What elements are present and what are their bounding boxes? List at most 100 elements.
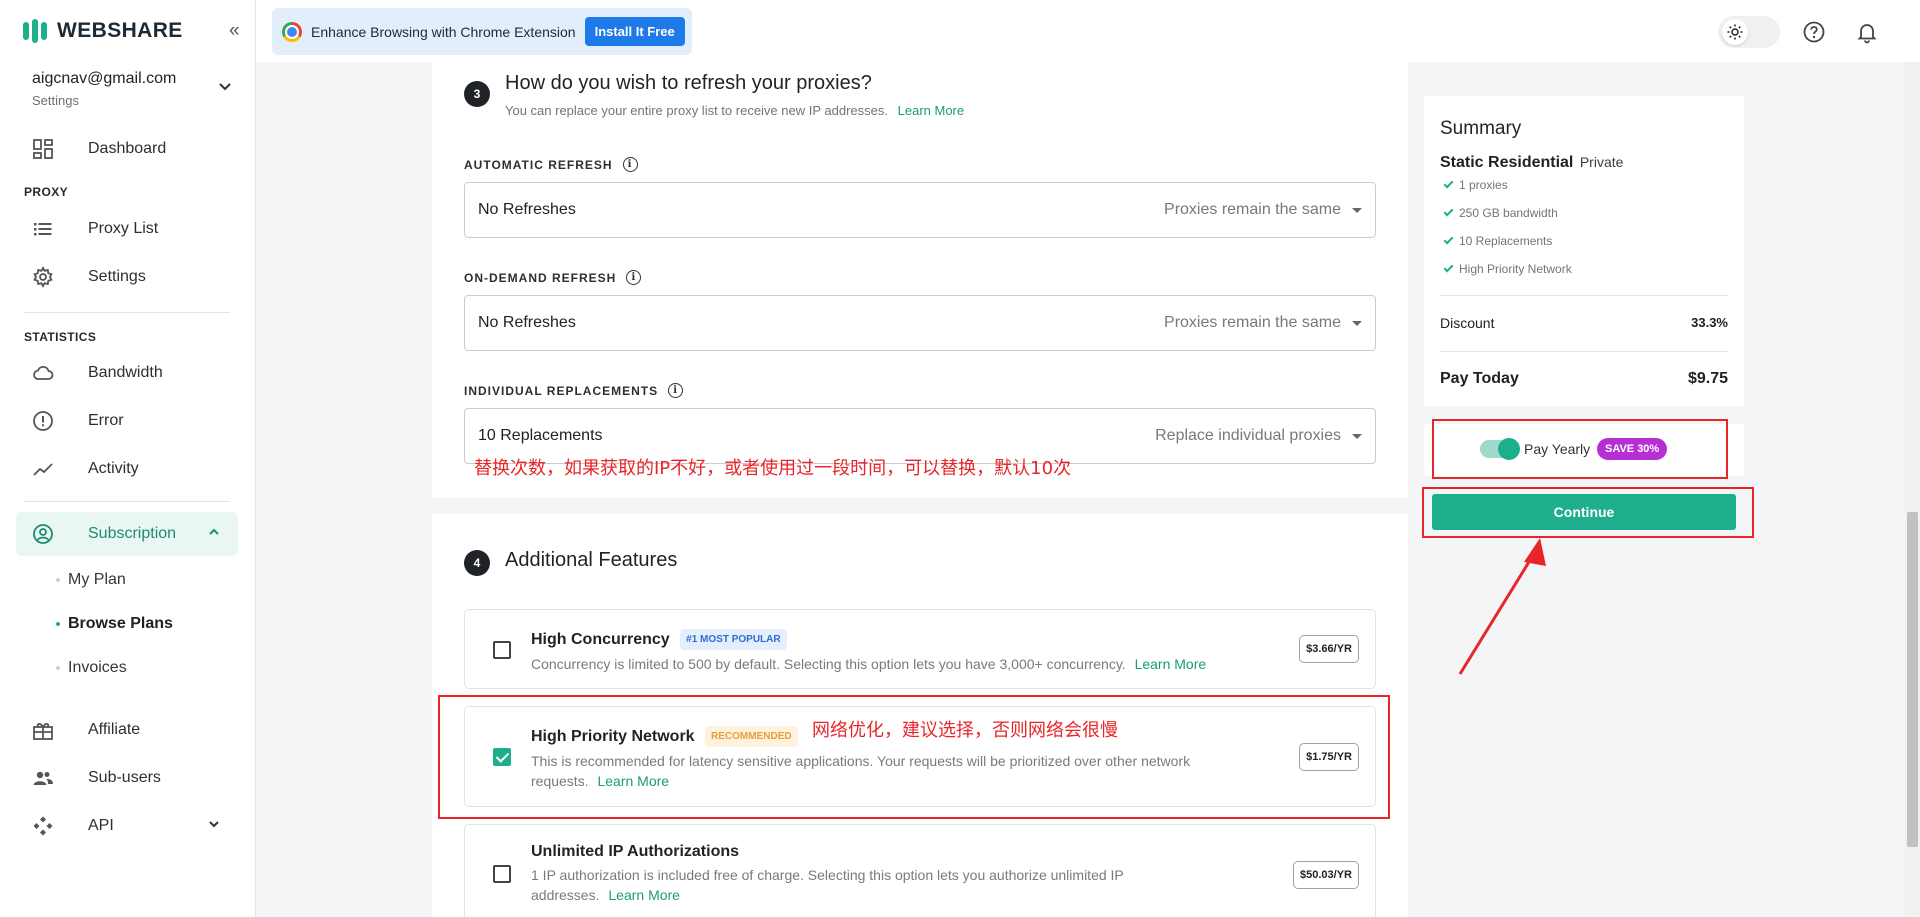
subnav-invoices[interactable]: Invoices — [56, 659, 127, 677]
info-icon[interactable]: i — [668, 383, 684, 398]
info-icon[interactable]: i — [626, 270, 642, 285]
learn-more-link[interactable]: Learn More — [597, 773, 669, 789]
sidebar-item-activity[interactable]: Activity — [16, 447, 238, 491]
discount-label: Discount — [1440, 315, 1495, 331]
summary-feature-text: 250 GB bandwidth — [1459, 206, 1558, 220]
bullet-dot — [56, 622, 60, 626]
section-label-proxy: PROXY — [24, 185, 69, 199]
sidebar-item-sub-users[interactable]: Sub-users — [16, 756, 238, 800]
account-circle-icon — [33, 524, 53, 544]
feature-description-text: Concurrency is limited to 500 by default… — [531, 656, 1126, 672]
feature-title-text: High Concurrency — [531, 631, 670, 648]
select-value: 10 Replacements — [478, 427, 603, 444]
sidebar-item-affiliate[interactable]: Affiliate — [16, 708, 238, 752]
select-hint: Proxies remain the same — [1164, 314, 1341, 331]
scrollbar-thumb[interactable] — [1907, 512, 1918, 847]
summary-feature: 1 proxies — [1443, 178, 1508, 192]
sidebar-item-subscription[interactable]: Subscription — [16, 512, 238, 556]
pay-yearly-label: Pay Yearly — [1524, 441, 1591, 457]
check-icon — [1443, 262, 1454, 273]
sidebar-item-dashboard[interactable]: Dashboard — [16, 127, 238, 171]
learn-more-link[interactable]: Learn More — [608, 887, 680, 903]
feature-unlimited-ip-authorizations[interactable]: Unlimited IP Authorizations 1 IP authori… — [464, 824, 1376, 917]
sidebar-item-label: Bandwidth — [88, 364, 163, 381]
help-icon[interactable] — [1802, 20, 1826, 44]
sidebar-item-label: Proxy List — [88, 220, 159, 237]
webshare-logo-icon — [23, 19, 47, 43]
sidebar-divider — [24, 312, 230, 313]
select-hint: Proxies remain the same — [1164, 201, 1341, 218]
sidebar-divider — [24, 501, 230, 502]
summary-feature: 250 GB bandwidth — [1443, 206, 1558, 220]
summary-feature-text: 10 Replacements — [1459, 234, 1553, 248]
feature-checkbox[interactable] — [493, 865, 511, 883]
sun-icon — [1722, 19, 1748, 45]
subnav-browse-plans[interactable]: Browse Plans — [56, 615, 173, 633]
subnav-my-plan[interactable]: My Plan — [56, 571, 126, 589]
sidebar-item-error[interactable]: Error — [16, 399, 238, 443]
pay-today-label: Pay Today — [1440, 370, 1519, 387]
sidebar-item-label: Activity — [88, 460, 139, 477]
summary-feature-text: High Priority Network — [1459, 262, 1572, 276]
brand[interactable]: WEBSHARE — [22, 18, 183, 44]
list-icon — [34, 223, 52, 236]
feature-description: This is recommended for latency sensitiv… — [531, 751, 1251, 791]
annotation-priority-note: 网络优化，建议选择，否则网络会很慢 — [812, 720, 1118, 741]
field-label-text: AUTOMATIC REFRESH — [464, 157, 613, 172]
plan-name: Static Residential Private — [1440, 154, 1623, 172]
save-badge: SAVE 30% — [1597, 438, 1668, 460]
caret-down-icon — [1352, 434, 1362, 439]
select-hint: Replace individual proxies — [1155, 427, 1341, 444]
alert-circle-icon — [33, 411, 53, 431]
extension-banner-text: Enhance Browsing with Chrome Extension — [311, 23, 576, 40]
step-title: How do you wish to refresh your proxies? — [505, 72, 872, 94]
feature-description: 1 IP authorization is included free of c… — [531, 865, 1171, 905]
learn-more-link[interactable]: Learn More — [898, 103, 964, 118]
account-menu[interactable]: aigcnav@gmail.com Settings — [32, 70, 232, 108]
subnav-label: Invoices — [68, 659, 127, 676]
plan-name-text: Static Residential — [1440, 154, 1574, 171]
learn-more-link[interactable]: Learn More — [1135, 656, 1207, 672]
feature-checkbox[interactable] — [493, 748, 511, 766]
sidebar-item-proxy-list[interactable]: Proxy List — [16, 207, 238, 251]
feature-price: $3.66/YR — [1299, 635, 1359, 663]
install-extension-button[interactable]: Install It Free — [584, 17, 685, 46]
summary-divider — [1440, 295, 1728, 296]
feature-title-text: High Priority Network — [531, 728, 695, 745]
sidebar-item-api[interactable]: API — [16, 804, 238, 848]
sidebar: WEBSHARE « aigcnav@gmail.com Settings Da… — [0, 0, 256, 917]
sidebar-item-label: API — [88, 817, 114, 834]
theme-toggle[interactable] — [1718, 16, 1780, 48]
trend-icon — [33, 463, 53, 476]
section-label-statistics: STATISTICS — [24, 330, 97, 344]
sidebar-item-settings[interactable]: Settings — [16, 255, 238, 299]
bullet-dot — [56, 666, 60, 670]
topbar: Enhance Browsing with Chrome Extension I… — [256, 0, 1920, 62]
bell-icon[interactable] — [1855, 20, 1879, 44]
on-demand-refresh-select[interactable]: No Refreshes Proxies remain the same — [464, 295, 1376, 351]
pay-yearly-toggle[interactable] — [1480, 438, 1520, 460]
collapse-sidebar-icon[interactable]: « — [229, 20, 245, 42]
subnav-label: Browse Plans — [68, 615, 173, 632]
chevron-down-icon — [209, 821, 219, 828]
automatic-refresh-select[interactable]: No Refreshes Proxies remain the same — [464, 182, 1376, 238]
sidebar-item-label: Sub-users — [88, 769, 161, 786]
annotation-replacements-note: 替换次数，如果获取的IP不好，或者使用过一段时间，可以替换，默认10次 — [474, 458, 1072, 479]
feature-checkbox[interactable] — [493, 641, 511, 659]
plan-type: Private — [1579, 154, 1624, 170]
users-icon — [33, 771, 53, 785]
summary-feature: High Priority Network — [1443, 262, 1572, 276]
brand-name: WEBSHARE — [57, 19, 183, 42]
most-popular-badge: #1 MOST POPULAR — [680, 629, 787, 650]
feature-high-concurrency[interactable]: High Concurrency #1 MOST POPULAR Concurr… — [464, 609, 1376, 689]
step-description-text: You can replace your entire proxy list t… — [505, 103, 888, 118]
annotation-arrow-icon — [1458, 538, 1546, 675]
sidebar-item-label: Subscription — [88, 525, 177, 542]
billing-cycle-card: Pay Yearly SAVE 30% — [1424, 424, 1744, 476]
info-icon[interactable]: i — [622, 157, 638, 172]
check-icon — [1443, 234, 1454, 245]
sidebar-item-bandwidth[interactable]: Bandwidth — [16, 351, 238, 395]
dashboard-icon — [33, 139, 53, 159]
on-demand-refresh-label: ON-DEMAND REFRESH i — [464, 270, 642, 285]
chevron-down-icon — [219, 83, 231, 91]
